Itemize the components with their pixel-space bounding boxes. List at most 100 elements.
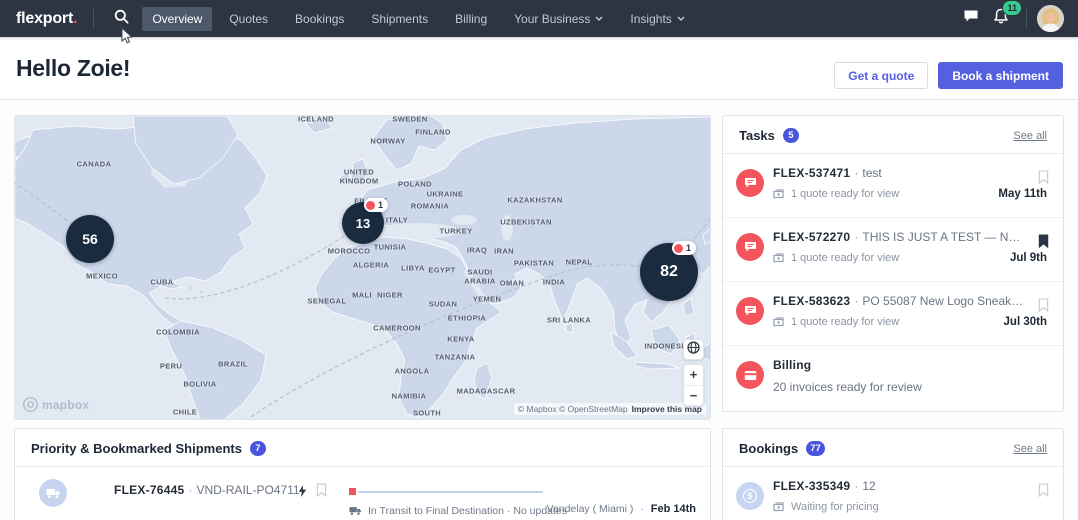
map-controls: + − [683, 339, 704, 406]
app-logo[interactable]: flexport. [16, 10, 77, 28]
chat-bubble-icon [744, 305, 757, 317]
task-due-date: May 11th [998, 188, 1047, 200]
shipment-status: In Transit to Final Destination · No upd… [349, 505, 567, 517]
map-globe-button[interactable] [683, 339, 704, 360]
task-id: FLEX-537471 [773, 166, 850, 180]
priority-header: Priority & Bookmarked Shipments 7 [15, 429, 710, 467]
nav-divider [1026, 9, 1027, 29]
messages-button[interactable] [956, 4, 986, 34]
bookmark-icon[interactable] [1038, 483, 1049, 502]
credit-card-icon [744, 370, 757, 381]
quote-icon [773, 502, 785, 512]
bookmark-icon[interactable] [1038, 234, 1049, 253]
task-title: PO 55087 New Logo Sneakers [862, 294, 1025, 308]
chat-icon [963, 9, 979, 28]
alert-count: 1 [686, 243, 691, 253]
search-icon [114, 9, 129, 29]
billing-subtitle: 20 invoices ready for review [773, 380, 922, 394]
chevron-down-icon [677, 16, 685, 21]
nav-item-billing[interactable]: Billing [445, 7, 497, 31]
shipment-status-text: In Transit to Final Destination · No upd… [368, 505, 567, 517]
truck-status-icon [349, 506, 362, 516]
nav-menu: Overview Quotes Bookings Shipments Billi… [142, 7, 701, 31]
tasks-panel: Tasks 5 See all FLEX-537471·test 1 quote… [722, 115, 1064, 412]
nav-item-shipments[interactable]: Shipments [361, 7, 438, 31]
task-due-date: Jul 9th [1010, 252, 1047, 264]
shipment-cluster-bubble[interactable]: 56 [66, 215, 114, 263]
shipment-location: Vandelay ( Miami ) [547, 503, 634, 515]
priority-count-badge: 7 [250, 441, 266, 456]
task-row[interactable]: FLEX-572270·THIS IS JUST A TEST — NOT A … [723, 218, 1063, 282]
task-subtitle: 1 quote ready for view [791, 188, 899, 200]
shipment-eta: Vandelay ( Miami ) · Feb 14th [547, 503, 696, 515]
bookings-see-all-link[interactable]: See all [1013, 443, 1047, 455]
bookmark-icon[interactable] [1038, 298, 1049, 317]
search-button[interactable] [108, 6, 134, 32]
bookings-count-badge: 77 [806, 441, 825, 456]
chat-bubble-icon [744, 241, 757, 253]
booking-avatar: $ [736, 482, 764, 510]
shipment-ref: VND-RAIL-PO4711 [196, 483, 299, 497]
bookmark-icon[interactable] [1038, 170, 1049, 189]
alert-dot-icon [366, 201, 375, 210]
task-id: FLEX-572270 [773, 230, 850, 244]
shipment-id: FLEX-76445 [114, 483, 184, 497]
task-subtitle: 1 quote ready for view [791, 252, 899, 264]
priority-shipments-panel: Priority & Bookmarked Shipments 7 FLEX-7… [14, 428, 711, 520]
zoom-in-button[interactable]: + [684, 365, 703, 386]
booking-id: FLEX-335349 [773, 479, 850, 493]
chevron-down-icon [595, 16, 603, 21]
nav-item-overview[interactable]: Overview [142, 7, 212, 31]
shipment-progress-bar [349, 488, 543, 495]
tasks-see-all-link[interactable]: See all [1013, 130, 1047, 142]
logo-dot: . [73, 10, 77, 27]
quote-icon [773, 189, 785, 199]
task-id: FLEX-583623 [773, 294, 850, 308]
booking-subtitle: Waiting for pricing [791, 501, 879, 513]
shipment-row[interactable]: FLEX-76445 · VND-RAIL-PO4711 In Transit … [15, 467, 710, 520]
task-row[interactable]: FLEX-583623·PO 55087 New Logo Sneakers 1… [723, 282, 1063, 346]
tasks-title: Tasks [739, 128, 775, 143]
billing-avatar [736, 361, 764, 389]
task-row[interactable]: FLEX-537471·test 1 quote ready for view … [723, 154, 1063, 218]
nav-item-insights[interactable]: Insights [620, 7, 694, 31]
booking-row[interactable]: $ FLEX-335349·12 Waiting for pricing [723, 467, 1063, 520]
truck-icon [46, 488, 61, 499]
user-avatar[interactable] [1037, 5, 1064, 32]
get-quote-button[interactable]: Get a quote [834, 62, 928, 89]
message-avatar [736, 233, 764, 261]
billing-row[interactable]: Billing 20 invoices ready for review [723, 346, 1063, 410]
task-due-date: Jul 30th [1004, 316, 1047, 328]
chat-bubble-icon [744, 177, 757, 189]
progress-origin-marker [349, 488, 356, 495]
shipment-map-panel[interactable]: ICELANDSWEDENFINLANDNORWAYCANADAUNITED K… [14, 115, 711, 420]
mapbox-icon [23, 397, 38, 412]
tasks-count-badge: 5 [783, 128, 799, 143]
page-header: Hello Zoie! Get a quote Book a shipment [0, 37, 1078, 100]
bookings-panel: Bookings 77 See all $ FLEX-335349·12 Wai… [722, 428, 1064, 520]
top-nav: flexport. Overview Quotes Bookings Shipm… [0, 0, 1078, 37]
bookings-header: Bookings 77 See all [723, 429, 1063, 467]
mapbox-logo[interactable]: mapbox [23, 397, 89, 412]
quote-icon [773, 317, 785, 327]
globe-icon [687, 341, 700, 359]
exception-alert-badge[interactable]: 1 [364, 198, 388, 212]
exception-alert-badge[interactable]: 1 [672, 241, 696, 255]
task-subtitle: 1 quote ready for view [791, 316, 899, 328]
alert-dot-icon [674, 244, 683, 253]
message-avatar [736, 297, 764, 325]
notifications-button[interactable]: 11 [986, 4, 1016, 34]
progress-track [358, 491, 543, 493]
task-title: THIS IS JUST A TEST — NOT A REAL SHIP... [862, 230, 1025, 244]
bookmark-icon[interactable] [316, 483, 327, 502]
map-attribution: © Mapbox © OpenStreetMapImprove this map [514, 403, 706, 415]
nav-item-quotes[interactable]: Quotes [219, 7, 278, 31]
mapbox-wordmark: mapbox [42, 398, 89, 412]
zoom-out-button[interactable]: − [684, 386, 703, 406]
nav-item-bookings[interactable]: Bookings [285, 7, 354, 31]
priority-lightning-icon[interactable] [298, 484, 307, 502]
nav-item-your-business[interactable]: Your Business [504, 7, 613, 31]
booking-title: 12 [862, 479, 875, 493]
nav-divider [93, 9, 94, 29]
book-shipment-button[interactable]: Book a shipment [938, 62, 1063, 89]
